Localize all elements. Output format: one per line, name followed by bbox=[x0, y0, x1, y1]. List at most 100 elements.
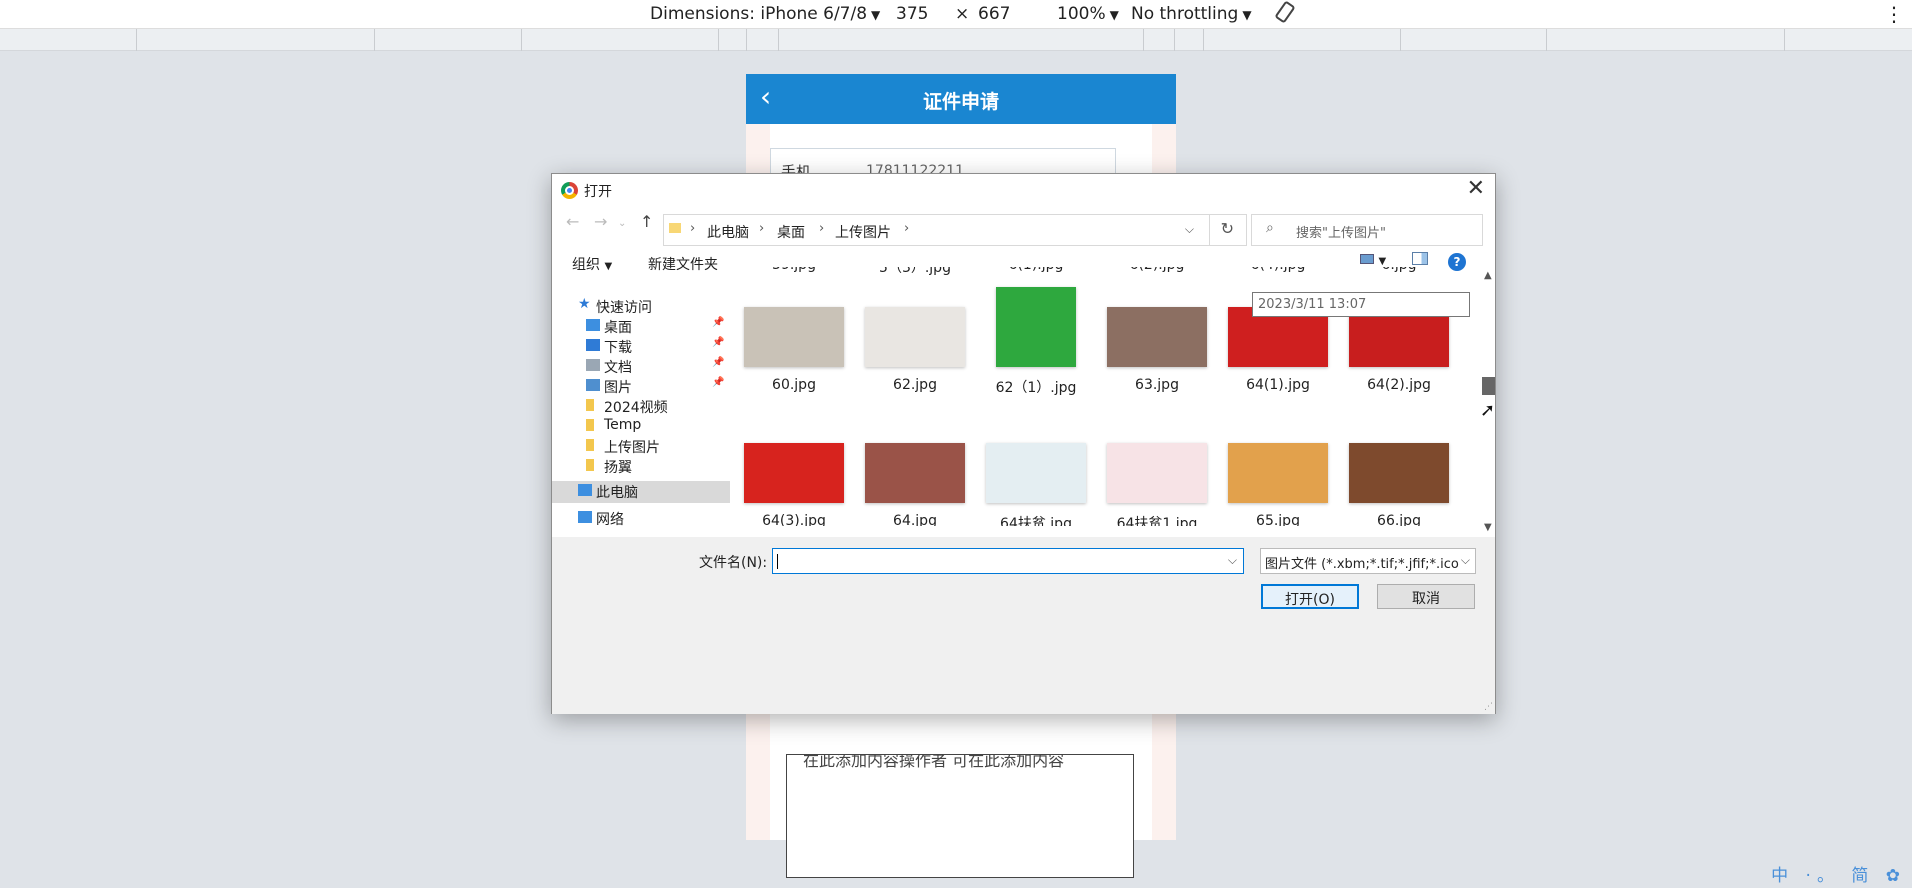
computer-icon bbox=[578, 484, 592, 496]
file-tile[interactable]: 62（1）.jpg bbox=[976, 287, 1096, 417]
cancel-button[interactable]: 取消 bbox=[1377, 584, 1475, 609]
star-icon: ★ bbox=[578, 296, 591, 312]
image-thumbnail bbox=[1228, 443, 1328, 503]
download-icon bbox=[586, 339, 600, 351]
file-name: 66.jpg bbox=[1377, 513, 1421, 526]
file-tile[interactable]: 66.jpg bbox=[1339, 423, 1459, 526]
dialog-footer: 文件名(N): ⌵ 图片文件 (*.xbm;*.tif;*.jfif;*.ico… bbox=[552, 537, 1495, 714]
chevron-down-icon[interactable]: ⌵ bbox=[1228, 553, 1237, 568]
folder-icon bbox=[586, 419, 594, 431]
file-tile[interactable]: 64扶贫.jpg bbox=[976, 423, 1096, 526]
sidebar-item-label: 桌面 bbox=[604, 320, 632, 336]
sidebar-item-label: Temp bbox=[604, 417, 642, 433]
file-name: 59.jpg bbox=[734, 267, 854, 273]
back-icon[interactable]: ← bbox=[566, 212, 579, 231]
file-tile[interactable]: 62.jpg bbox=[855, 287, 975, 417]
image-thumbnail bbox=[1349, 443, 1449, 503]
image-thumbnail bbox=[1107, 307, 1207, 367]
navigation-pane: ★ 快速访问 桌面 📌 下载 📌 文档 📌 图片 📌 2024视频 Temp 上传图片 扬翼 此电脑 网络 bbox=[552, 292, 730, 526]
sidebar-item-label: 上传图片 bbox=[604, 440, 660, 456]
view-options-button[interactable]: ▼ bbox=[1360, 252, 1386, 268]
chevron-down-icon[interactable]: ⌵ bbox=[1185, 222, 1194, 237]
organize-button[interactable]: 组织 ▼ bbox=[572, 254, 612, 274]
recent-locations-icon[interactable]: ⌄ bbox=[618, 218, 626, 229]
file-name: 64.jpg bbox=[893, 513, 937, 526]
app-header: ‹ 证件申请 bbox=[746, 74, 1176, 124]
sidebar-item[interactable]: 文档 📌 bbox=[552, 356, 730, 378]
sidebar-item[interactable]: 图片 📌 bbox=[552, 376, 730, 398]
mouse-cursor-icon: ➚ bbox=[1480, 400, 1496, 421]
search-placeholder: 搜索"上传图片" bbox=[1296, 226, 1386, 241]
ime-status-bar[interactable]: 中 ·。 简 ✿ bbox=[1771, 861, 1906, 886]
file-tile[interactable]: 64(3).jpg bbox=[734, 423, 854, 526]
up-arrow-icon[interactable]: ↑ bbox=[640, 212, 653, 231]
new-folder-button[interactable]: 新建文件夹 bbox=[648, 254, 718, 274]
file-name: 5（3）.jpg bbox=[879, 267, 951, 276]
document-icon bbox=[586, 359, 600, 371]
breadcrumb-desktop[interactable]: 桌面 bbox=[777, 222, 805, 242]
file-tile[interactable]: 63.jpg bbox=[1097, 287, 1217, 417]
content-textarea[interactable]: 在此添加内容操作者 可在此添加内容 bbox=[786, 754, 1134, 878]
scroll-down-arrow-icon[interactable]: ▼ bbox=[1484, 522, 1492, 533]
more-options-icon[interactable]: ⋮ bbox=[1884, 2, 1904, 26]
height-input[interactable]: 667 bbox=[978, 4, 1010, 24]
image-thumbnail bbox=[865, 443, 965, 503]
filetype-select[interactable]: 图片文件 (*.xbm;*.tif;*.jfif;*.ico ⌵ bbox=[1260, 548, 1476, 574]
breadcrumb-upload-images[interactable]: 上传图片 bbox=[835, 222, 891, 242]
sidebar-item[interactable]: 下载 📌 bbox=[552, 336, 730, 358]
sidebar-item-label: 网络 bbox=[596, 512, 624, 526]
refresh-icon[interactable]: ↻ bbox=[1221, 219, 1234, 238]
chevron-down-icon: ▼ bbox=[1109, 8, 1119, 22]
times-label: × bbox=[955, 4, 970, 24]
open-button[interactable]: 打开(O) bbox=[1261, 584, 1359, 609]
view-icon bbox=[1360, 254, 1374, 264]
width-input[interactable]: 375 bbox=[896, 4, 928, 24]
chevron-right-icon: › bbox=[759, 221, 765, 236]
file-tile[interactable]: 59.jpg bbox=[734, 267, 854, 277]
device-select[interactable]: Dimensions: iPhone 6/7/8 ▼ bbox=[650, 4, 880, 24]
file-name: 64(3).jpg bbox=[762, 513, 826, 526]
scroll-up-arrow-icon[interactable]: ▲ bbox=[1484, 270, 1492, 281]
file-tile[interactable]: 6(4).jpg bbox=[1218, 267, 1338, 277]
filename-input[interactable]: ⌵ bbox=[772, 548, 1244, 574]
file-tile[interactable]: 6(2).jpg bbox=[1097, 267, 1217, 277]
dialog-title: 打开 bbox=[584, 184, 612, 200]
sidebar-item[interactable]: 上传图片 bbox=[552, 436, 730, 458]
search-input[interactable]: ⌕ 搜索"上传图片" bbox=[1251, 214, 1483, 246]
divider bbox=[1209, 215, 1210, 245]
file-tile[interactable]: 65.jpg bbox=[1218, 423, 1338, 526]
image-thumbnail bbox=[986, 443, 1086, 503]
file-tile[interactable]: 5（3）.jpg bbox=[855, 267, 975, 277]
sidebar-item[interactable]: ★ 快速访问 bbox=[552, 296, 730, 318]
rotate-icon[interactable] bbox=[1274, 0, 1296, 29]
sidebar-item[interactable]: Temp bbox=[552, 416, 730, 438]
file-name: 6.jpg bbox=[1339, 267, 1459, 273]
file-tile[interactable]: 6(1).jpg bbox=[976, 267, 1096, 277]
sidebar-item-label: 2024视频 bbox=[604, 400, 668, 416]
file-name: 64(2).jpg bbox=[1367, 377, 1431, 393]
file-tile[interactable]: 64扶贫1.jpg bbox=[1097, 423, 1217, 526]
scroll-thumb[interactable] bbox=[1482, 377, 1495, 395]
zoom-select[interactable]: 100% ▼ bbox=[1057, 4, 1119, 24]
sidebar-item[interactable]: 2024视频 bbox=[552, 396, 730, 418]
throttling-select[interactable]: No throttling ▼ bbox=[1131, 4, 1252, 24]
file-tile[interactable]: 6.jpg bbox=[1339, 267, 1459, 277]
sidebar-item[interactable]: 此电脑 bbox=[552, 481, 730, 503]
sidebar-item-label: 扬翼 bbox=[604, 460, 632, 476]
file-name: 62（1）.jpg bbox=[995, 380, 1077, 396]
pin-icon: 📌 bbox=[712, 377, 725, 388]
page-title: 证件申请 bbox=[922, 91, 999, 113]
file-tile[interactable]: 60.jpg bbox=[734, 287, 854, 417]
file-tile[interactable]: 64.jpg bbox=[855, 423, 975, 526]
image-thumbnail bbox=[996, 287, 1076, 367]
address-bar[interactable]: › 此电脑 › 桌面 › 上传图片 › ⌵ ↻ bbox=[663, 214, 1247, 246]
sidebar-item[interactable]: 扬翼 bbox=[552, 456, 730, 478]
devtools-device-toolbar: Dimensions: iPhone 6/7/8 ▼ 375 × 667 100%… bbox=[0, 0, 1912, 29]
breadcrumb-this-pc[interactable]: 此电脑 bbox=[707, 222, 749, 242]
forward-icon[interactable]: → bbox=[594, 212, 607, 231]
sidebar-item[interactable]: 网络 bbox=[552, 508, 730, 526]
resize-grip-icon[interactable]: ⋰ bbox=[1484, 702, 1493, 712]
sidebar-item[interactable]: 桌面 📌 bbox=[552, 316, 730, 338]
close-icon[interactable]: ✕ bbox=[1467, 176, 1485, 201]
sidebar-item-label: 此电脑 bbox=[596, 485, 638, 501]
